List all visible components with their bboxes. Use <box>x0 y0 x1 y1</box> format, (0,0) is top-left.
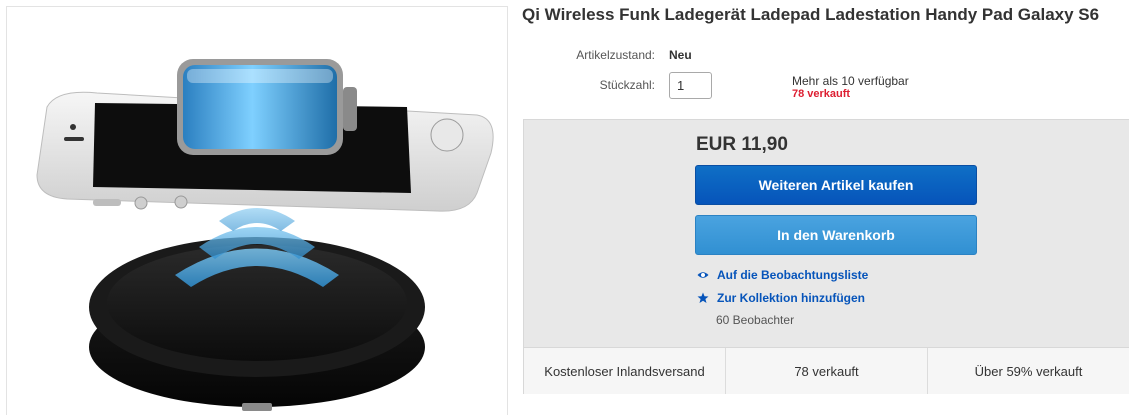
eye-icon <box>697 269 709 281</box>
quantity-input[interactable] <box>669 72 712 99</box>
watchlist-label: Auf die Beobachtungsliste <box>717 268 869 282</box>
sold-count: 78 verkauft <box>792 88 851 100</box>
product-title: Qi Wireless Funk Ladegerät Ladepad Lades… <box>522 5 1100 24</box>
shipping-stat: Kostenloser Inlandsversand <box>524 348 726 394</box>
add-to-cart-button[interactable]: In den Warenkorb <box>695 215 977 255</box>
watcher-count: 60 Beobachter <box>716 313 795 327</box>
buy-now-button[interactable]: Weiteren Artikel kaufen <box>695 165 977 205</box>
sold-stat: 78 verkauft <box>726 348 928 394</box>
condition-value: Neu <box>669 48 692 62</box>
add-collection-link[interactable]: Zur Kollektion hinzufügen <box>697 291 865 305</box>
add-collection-label: Zur Kollektion hinzufügen <box>717 291 865 305</box>
condition-label: Artikelzustand: <box>576 48 655 62</box>
percent-sold-stat: Über 59% verkauft <box>974 363 1083 379</box>
availability-text: Mehr als 10 verfügbar <box>792 74 909 88</box>
star-icon <box>697 292 709 304</box>
page-footer-space <box>508 394 1129 415</box>
product-image[interactable] <box>6 6 508 415</box>
watchlist-link[interactable]: Auf die Beobachtungsliste <box>697 268 868 282</box>
quantity-label: Stückzahl: <box>599 78 655 92</box>
price: EUR 11,90 <box>696 134 788 155</box>
stats-bar: Kostenloser Inlandsversand 78 verkauft Ü… <box>524 347 1129 394</box>
wireless-charger-illustration <box>36 59 494 411</box>
